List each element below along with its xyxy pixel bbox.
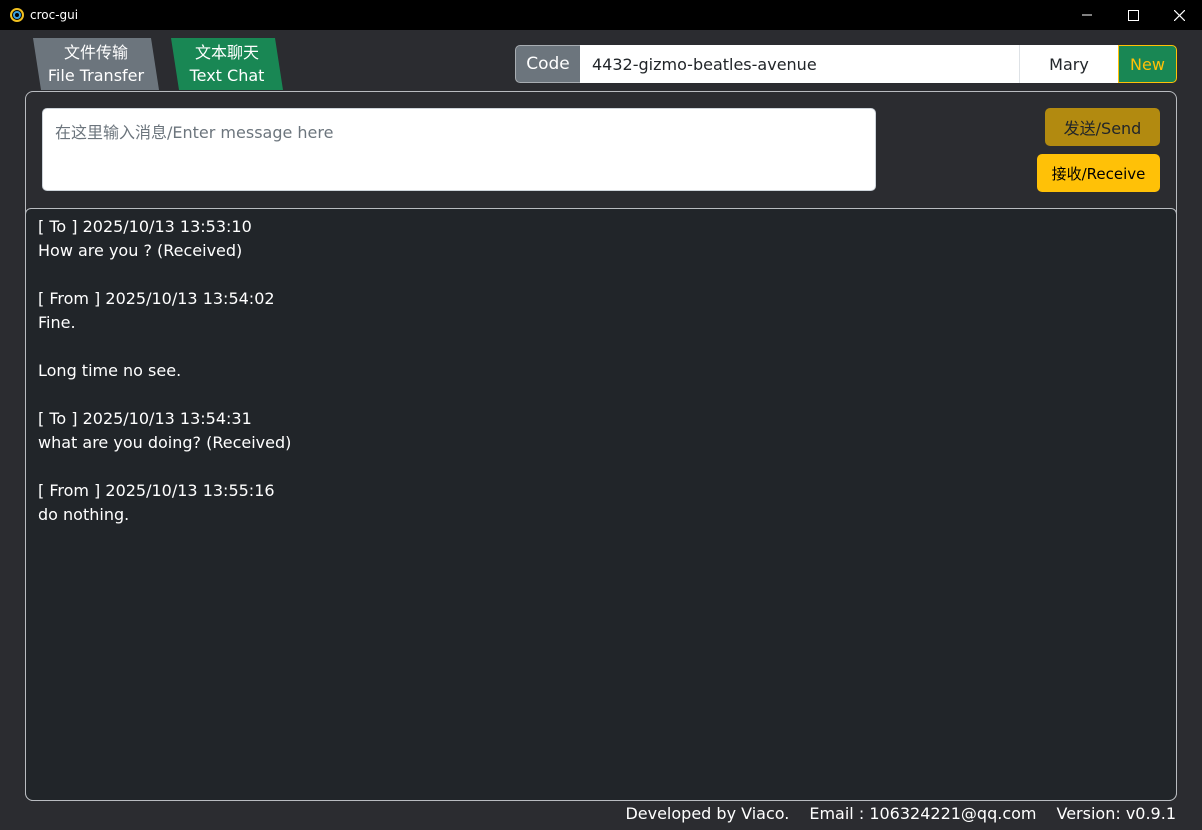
chat-line	[38, 455, 1164, 479]
tab-text-chat-label-en: Text Chat	[189, 66, 265, 85]
chat-line: Long time no see.	[38, 361, 182, 380]
tab-file-transfer-label-cn: 文件传输	[63, 43, 128, 62]
chat-line: [ To ] 2025/10/13 13:54:31	[38, 409, 252, 428]
chat-line: do nothing.	[38, 505, 130, 524]
code-input[interactable]: 4432-gizmo-beatles-avenue	[580, 45, 1019, 83]
minimize-icon	[1082, 14, 1092, 16]
new-code-button[interactable]: New	[1118, 45, 1177, 83]
tab-text-chat[interactable]: 文本聊天 Text Chat	[171, 38, 283, 90]
chat-line: [ From ] 2025/10/13 13:55:16	[38, 481, 275, 500]
app-icon	[10, 8, 24, 22]
chat-panel: 在这里输入消息/Enter message here 发送/Send 接收/Re…	[25, 91, 1177, 801]
code-label: Code	[515, 45, 580, 83]
chat-line: How are you ? (Received)	[38, 241, 243, 260]
minimize-button[interactable]	[1064, 0, 1110, 30]
chat-log[interactable]: [ To ] 2025/10/13 13:53:10 How are you ?…	[25, 208, 1177, 801]
maximize-button[interactable]	[1110, 0, 1156, 30]
chat-line: [ To ] 2025/10/13 13:53:10	[38, 217, 252, 236]
title-bar: croc-gui	[0, 0, 1202, 30]
window-title: croc-gui	[30, 8, 79, 22]
close-button[interactable]	[1156, 0, 1202, 30]
chat-line	[38, 383, 1164, 407]
tab-file-transfer-label-en: File Transfer	[47, 66, 145, 85]
chat-line: [ From ] 2025/10/13 13:54:02	[38, 289, 275, 308]
close-icon	[1173, 9, 1185, 21]
chat-line	[38, 263, 1164, 287]
footer-email: Email : 106324221@qq.com	[809, 803, 1037, 823]
code-bar: Code 4432-gizmo-beatles-avenue Mary New	[515, 45, 1177, 83]
message-input[interactable]: 在这里输入消息/Enter message here	[42, 108, 876, 191]
tab-text-chat-label-cn: 文本聊天	[194, 43, 259, 62]
chat-line: Fine.	[38, 313, 76, 332]
footer-version: Version: v0.9.1	[1056, 803, 1177, 823]
send-button[interactable]: 发送/Send	[1045, 108, 1160, 146]
name-input[interactable]: Mary	[1019, 45, 1118, 83]
footer-developer: Developed by Viaco.	[625, 803, 790, 823]
chat-line: what are you doing? (Received)	[38, 433, 292, 452]
receive-button[interactable]: 接收/Receive	[1037, 154, 1160, 192]
maximize-icon	[1127, 9, 1139, 21]
tab-file-transfer[interactable]: 文件传输 File Transfer	[33, 38, 159, 90]
chat-line	[38, 335, 1164, 359]
footer: Developed by Viaco. Email : 106324221@qq…	[625, 801, 1176, 825]
